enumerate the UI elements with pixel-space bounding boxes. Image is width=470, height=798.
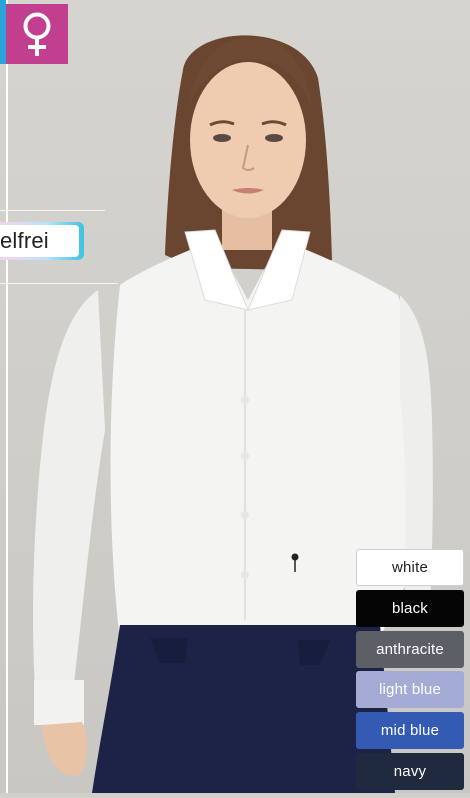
feature-tag: elfrei — [0, 222, 84, 260]
divider-line — [0, 210, 105, 211]
left-divider — [6, 0, 8, 793]
color-option-white[interactable]: white — [356, 549, 464, 586]
feature-tag-label: elfrei — [0, 228, 49, 253]
color-option-light-blue[interactable]: light blue — [356, 671, 464, 708]
female-badge — [6, 4, 68, 64]
female-symbol-icon — [23, 12, 51, 56]
color-option-navy[interactable]: navy — [356, 753, 464, 790]
color-option-anthracite[interactable]: anthracite — [356, 631, 464, 668]
color-option-black[interactable]: black — [356, 590, 464, 627]
divider-line — [0, 283, 118, 284]
color-option-mid-blue[interactable]: mid blue — [356, 712, 464, 749]
